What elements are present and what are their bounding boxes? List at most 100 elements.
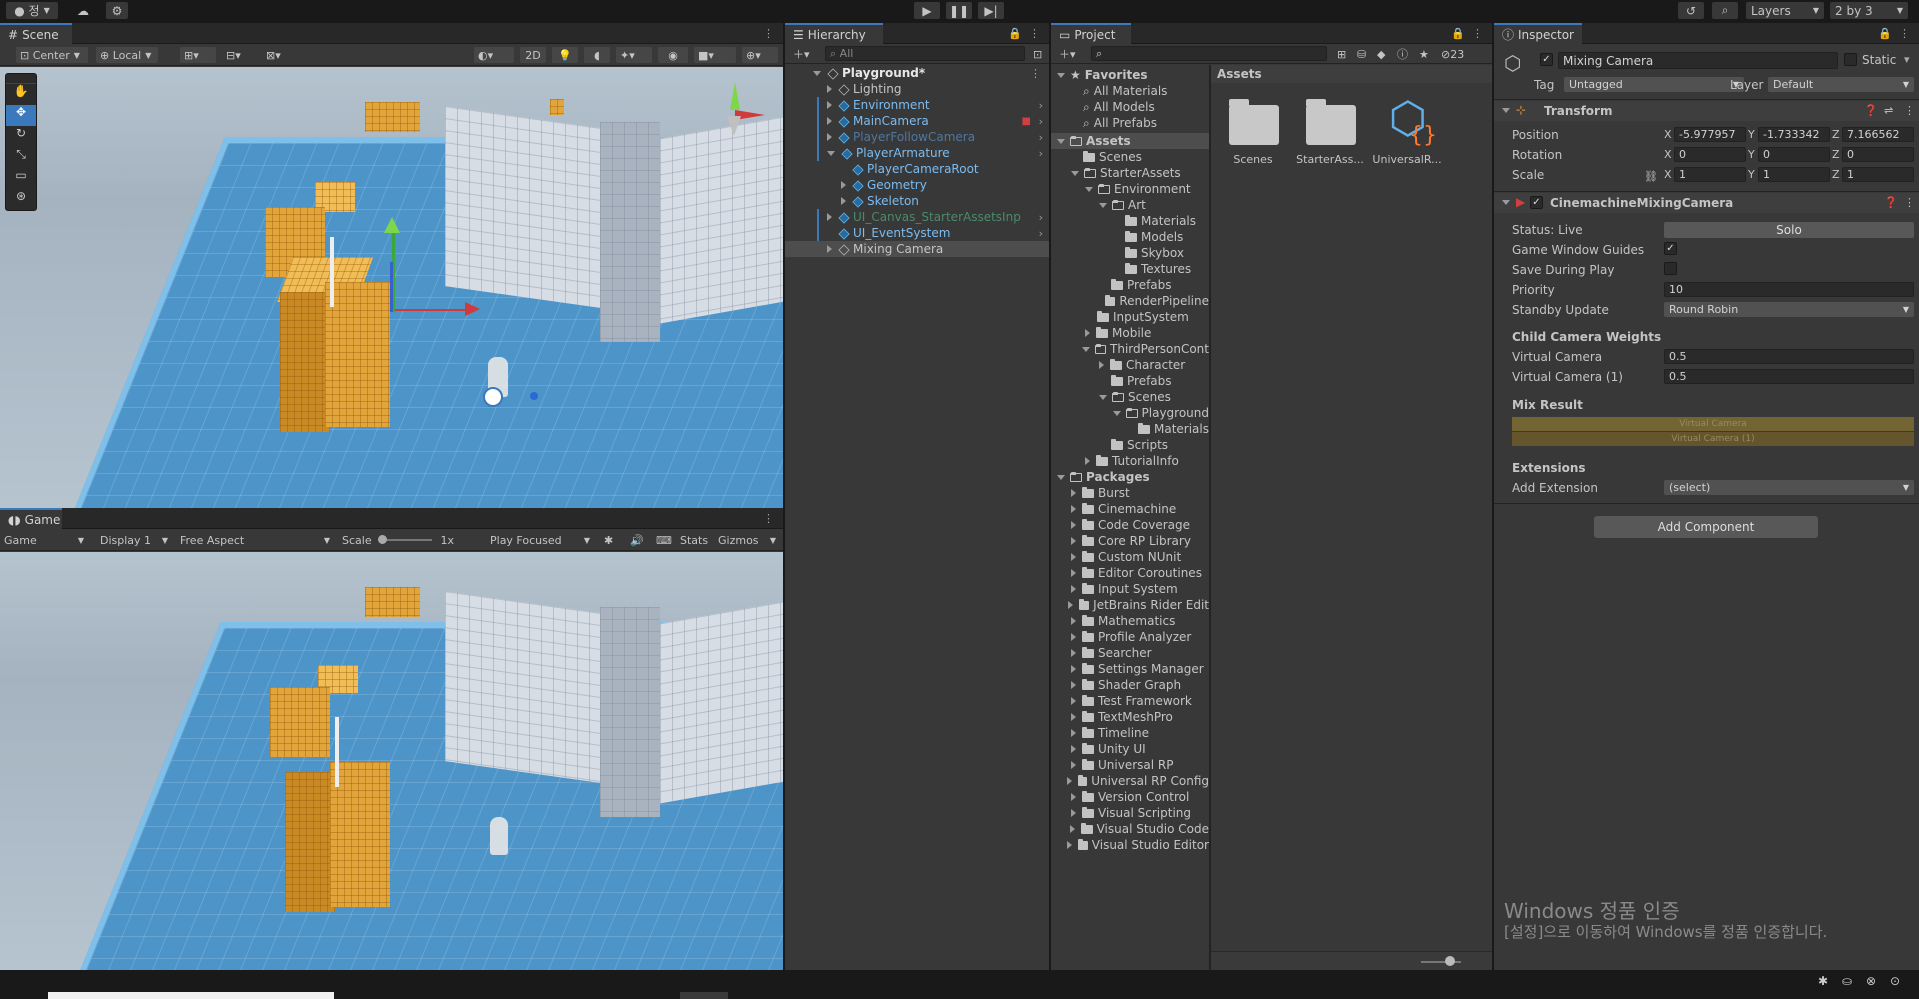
stats-button[interactable]: Stats (676, 532, 712, 548)
account-dropdown[interactable]: ● 정 ▼ (6, 2, 58, 19)
package-item[interactable]: Version Control (1051, 789, 1209, 805)
more-icon[interactable]: ⋮ (1029, 27, 1040, 40)
chevron-right-icon[interactable]: › (1039, 211, 1043, 224)
zoom-slider-handle[interactable] (1445, 956, 1455, 966)
tab-hierarchy[interactable]: ☰ Hierarchy (785, 23, 883, 44)
grid-snap-icon[interactable]: ⊞▾ (180, 47, 216, 63)
cloud-icon[interactable]: ☁ (72, 2, 94, 19)
expand-arrow-icon[interactable] (1071, 713, 1076, 721)
axis-y-label[interactable]: Y (1748, 148, 1755, 161)
package-item[interactable]: Shader Graph (1051, 677, 1209, 693)
chevron-right-icon[interactable]: › (1039, 147, 1043, 160)
axis-y-label[interactable]: Y (1748, 168, 1755, 181)
add-component-button[interactable]: Add Component (1594, 516, 1818, 538)
package-item[interactable]: TextMeshPro (1051, 709, 1209, 725)
project-tree-item[interactable]: Materials (1051, 421, 1209, 437)
effects-icon[interactable]: ✦▾ (616, 47, 652, 63)
expand-arrow-icon[interactable] (1071, 617, 1076, 625)
tab-game[interactable]: ◖◗ Game (0, 508, 62, 529)
package-item[interactable]: Settings Manager (1051, 661, 1209, 677)
expand-arrow-icon[interactable] (1071, 521, 1076, 529)
package-item[interactable]: Visual Studio Editor (1051, 837, 1209, 853)
active-checkbox[interactable]: ✓ (1540, 53, 1553, 66)
axis-x-label[interactable]: X (1664, 148, 1672, 161)
transform-header[interactable]: ⊹ Transform ❓ ⇌ ⋮ (1494, 101, 1919, 121)
search-icon[interactable]: ⌕ (1712, 2, 1738, 19)
space-dropdown[interactable]: ⊕ Local ▼ (96, 47, 158, 63)
tag-dropdown[interactable]: Untagged ▼ (1564, 77, 1744, 92)
chevron-right-icon[interactable]: › (1039, 131, 1043, 144)
transform-rotation-x-field[interactable]: 0 (1674, 147, 1746, 162)
gizmos-button[interactable]: Gizmos ▼ (714, 532, 780, 548)
more-icon[interactable]: ⋮ (1899, 27, 1910, 40)
star-icon[interactable]: ★ (1415, 46, 1433, 62)
step-button[interactable]: ▶| (978, 2, 1004, 19)
packages-folder[interactable]: Packages (1051, 469, 1209, 485)
expand-arrow-icon[interactable] (1067, 601, 1073, 609)
weight-2-field[interactable]: 0.5 (1664, 369, 1914, 384)
more-icon[interactable]: ⋮ (1904, 196, 1915, 209)
expand-arrow-icon[interactable] (1071, 761, 1076, 769)
create-button[interactable]: ＋▾ (1055, 46, 1085, 62)
more-icon[interactable]: ⋮ (1030, 67, 1041, 80)
tab-scene[interactable]: # Scene (0, 23, 72, 44)
tab-inspector[interactable]: ⓘ Inspector (1494, 23, 1582, 44)
package-item[interactable]: Core RP Library (1051, 533, 1209, 549)
hierarchy-item[interactable]: Lighting (785, 81, 1049, 97)
lighting-icon[interactable]: 💡 (552, 47, 578, 63)
project-tree-item[interactable]: Mobile (1051, 325, 1209, 341)
expand-arrow-icon[interactable] (1071, 697, 1076, 705)
breadcrumb-assets[interactable]: Assets (1217, 67, 1262, 81)
expand-arrow-icon[interactable] (827, 150, 835, 156)
expand-arrow-icon[interactable] (827, 117, 832, 125)
move-gizmo-z[interactable] (390, 262, 393, 312)
info-icon[interactable]: ⓘ (1393, 46, 1411, 62)
expand-arrow-icon[interactable] (827, 85, 832, 93)
transform-rotation-y-field[interactable]: 0 (1758, 147, 1830, 162)
expand-arrow-icon[interactable] (1071, 553, 1076, 561)
expand-arrow-icon[interactable] (841, 181, 846, 189)
package-item[interactable]: JetBrains Rider Edit (1051, 597, 1209, 613)
chevron-right-icon[interactable]: › (1039, 99, 1043, 112)
expand-arrow-icon[interactable] (1071, 681, 1076, 689)
breadcrumb[interactable]: Assets (1211, 65, 1492, 83)
more-icon[interactable]: ⋮ (763, 27, 774, 40)
package-item[interactable]: Universal RP (1051, 757, 1209, 773)
expand-arrow-icon[interactable] (1071, 505, 1076, 513)
display-select[interactable]: Display 1 ▼ (96, 532, 172, 548)
transform-position-y-field[interactable]: -1.733342 (1758, 127, 1830, 142)
tab-project[interactable]: ▭ Project (1051, 23, 1131, 44)
expand-arrow-icon[interactable] (1071, 585, 1076, 593)
more-icon[interactable]: ⋮ (1904, 104, 1915, 117)
bug-icon[interactable]: ✱ (600, 532, 622, 548)
play-button[interactable]: ▶ (914, 2, 940, 19)
move-gizmo-y-arrow[interactable] (384, 217, 400, 233)
lock-icon[interactable]: 🔒 (1008, 27, 1022, 40)
link-icon[interactable]: ⛓ (1644, 170, 1658, 183)
asset-item[interactable]: StarterAss... (1294, 87, 1366, 197)
weight-1-field[interactable]: 0.5 (1664, 349, 1914, 364)
aspect-select[interactable]: Free Aspect ▼ (176, 532, 334, 548)
guides-checkbox[interactable]: ✓ (1664, 242, 1677, 255)
package-item[interactable]: Code Coverage (1051, 517, 1209, 533)
hierarchy-search-input[interactable]: ⌕ All (825, 46, 1025, 61)
chevron-right-icon[interactable]: › (1039, 115, 1043, 128)
project-tree-item[interactable]: StarterAssets (1051, 165, 1209, 181)
component-enabled-checkbox[interactable]: ✓ (1530, 196, 1543, 209)
hierarchy-item[interactable]: UI_Canvas_StarterAssetsInp › (785, 209, 1049, 225)
hierarchy-item[interactable]: Geometry (785, 177, 1049, 193)
hierarchy-item[interactable]: Skeleton (785, 193, 1049, 209)
save-during-play-checkbox[interactable] (1664, 262, 1677, 275)
expand-arrow-icon[interactable] (1081, 346, 1090, 352)
project-tree-item[interactable]: RenderPipeline (1051, 293, 1209, 309)
hierarchy-item[interactable]: PlayerArmature › (785, 145, 1049, 161)
package-item[interactable]: Unity UI (1051, 741, 1209, 757)
bug-icon[interactable]: ✱ (1818, 974, 1828, 988)
move-gizmo-x-arrow[interactable] (465, 302, 480, 316)
history-icon[interactable]: ↺ (1678, 2, 1704, 19)
expand-arrow-icon[interactable] (827, 213, 832, 221)
layout-dropdown[interactable]: 2 by 3 ▼ (1830, 2, 1908, 19)
package-item[interactable]: Visual Studio Code (1051, 821, 1209, 837)
project-tree-item[interactable]: Environment (1051, 181, 1209, 197)
expand-arrow-icon[interactable] (1085, 186, 1093, 192)
